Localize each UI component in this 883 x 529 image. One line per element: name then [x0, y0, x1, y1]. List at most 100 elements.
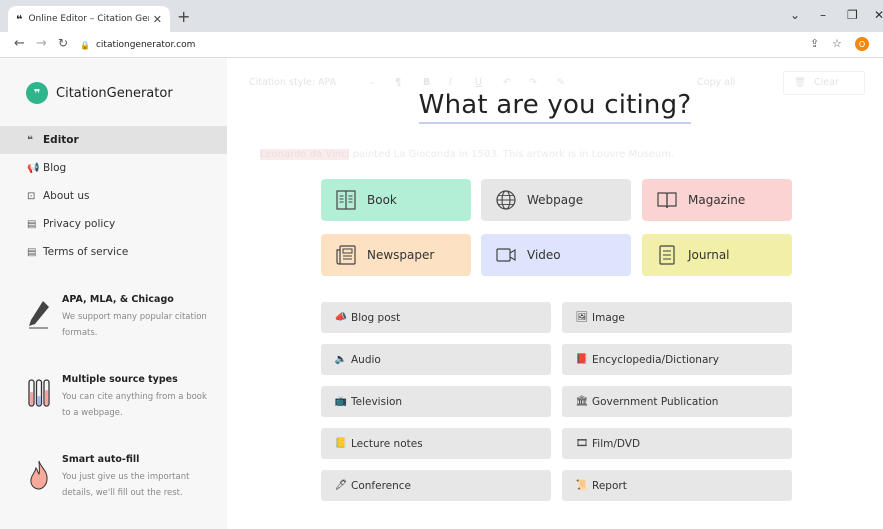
format-bold-icon: B — [423, 77, 431, 88]
sidebar-item-label: Terms of service — [43, 246, 129, 258]
category-label: Book — [367, 193, 397, 207]
conference-button[interactable]: 🖋 Conference — [321, 470, 551, 501]
source-label: Report — [592, 479, 627, 492]
television-icon: 📺 — [334, 396, 348, 407]
notebook-icon: 📒 — [334, 438, 348, 449]
restore-icon[interactable]: ❐ — [847, 8, 858, 22]
megaphone-icon: 📢 — [27, 162, 40, 174]
red-book-icon: 📕 — [575, 354, 589, 365]
brand[interactable]: ❞ CitationGenerator — [26, 82, 173, 104]
source-label: Film/DVD — [592, 437, 641, 450]
webpage-card[interactable]: Webpage — [481, 179, 631, 221]
page-title: What are you citing? — [227, 90, 883, 124]
quote-icon: ❝ — [27, 134, 33, 146]
film-icon: 🎞 — [575, 438, 589, 449]
copy-all-button: Copy all — [697, 77, 736, 88]
brand-logo-icon: ❞ — [26, 82, 48, 104]
source-label: Lecture notes — [351, 437, 423, 450]
url-field[interactable]: 🔒 citationgenerator.com — [80, 35, 800, 55]
sample-text-rest: painted La Gioconda in 1503. This artwor… — [349, 149, 675, 160]
close-tab-icon[interactable]: ✕ — [153, 13, 162, 26]
sidebar-item-blog[interactable]: 📢 Blog — [0, 154, 227, 182]
journal-card[interactable]: Journal — [642, 234, 792, 276]
video-camera-icon — [496, 248, 516, 262]
feature-description: You can cite anything from a book to a w… — [62, 392, 207, 418]
category-label: Webpage — [527, 193, 584, 207]
magazine-card[interactable]: Magazine — [642, 179, 792, 221]
site-favicon-icon: ❝ — [16, 12, 23, 26]
editor-sample-text: Leonardo da Vinci painted La Gioconda in… — [260, 149, 674, 160]
url-text: citationgenerator.com — [95, 40, 196, 50]
category-label: Video — [527, 248, 561, 262]
undo-icon: ↶ — [503, 77, 511, 88]
newspaper-icon — [336, 245, 356, 265]
image-button[interactable]: 🖼 Image — [562, 302, 792, 333]
sidebar-item-label: Privacy policy — [43, 218, 116, 230]
bookmark-star-icon[interactable]: ☆ — [832, 37, 842, 50]
source-label: Encyclopedia/Dictionary — [592, 353, 719, 366]
flame-icon — [30, 460, 48, 490]
government-publication-button[interactable]: 🏛 Government Publication — [562, 386, 792, 417]
brand-name: CitationGenerator — [56, 85, 173, 101]
reload-icon[interactable]: ↻ — [58, 36, 68, 50]
encyclopedia-button[interactable]: 📕 Encyclopedia/Dictionary — [562, 344, 792, 375]
main-panel: Citation style: APA ⌄ ¶ B I U ↶ ↷ ✎ Copy… — [227, 58, 883, 529]
source-label: Television — [351, 395, 403, 408]
profile-avatar[interactable]: O — [855, 37, 869, 51]
megaphone-icon: 📣 — [334, 312, 348, 323]
scroll-icon: 📜 — [575, 480, 589, 491]
info-icon: ⊡ — [27, 190, 36, 202]
redo-icon: ↷ — [529, 77, 537, 88]
report-button[interactable]: 📜 Report — [562, 470, 792, 501]
television-button[interactable]: 📺 Television — [321, 386, 551, 417]
sidebar-item-about[interactable]: ⊡ About us — [0, 182, 227, 210]
sidebar: ❞ CitationGenerator ❝ Editor 📢 Blog ⊡ Ab… — [0, 58, 227, 529]
source-label: Audio — [351, 353, 381, 366]
feature-title: Multiple source types — [62, 374, 178, 385]
sidebar-item-label: Blog — [43, 162, 67, 174]
lecture-notes-button[interactable]: 📒 Lecture notes — [321, 428, 551, 459]
clear-label: Clear — [814, 77, 839, 88]
sidebar-item-label: Editor — [43, 134, 79, 146]
film-dvd-button[interactable]: 🎞 Film/DVD — [562, 428, 792, 459]
source-label: Conference — [351, 479, 412, 492]
sidebar-item-editor[interactable]: ❝ Editor — [0, 126, 227, 154]
source-label: Government Publication — [592, 395, 719, 408]
browser-tab-bar: ❝ Online Editor – Citation Generat ✕ + ⌄… — [0, 0, 883, 32]
trash-icon: 🗑 — [794, 77, 807, 88]
tab-title: Online Editor – Citation Generat — [28, 14, 148, 24]
category-label: Newspaper — [367, 248, 435, 262]
sidebar-item-label: About us — [43, 190, 90, 202]
feature-description: We support many popular citation formats… — [62, 312, 207, 338]
lock-icon: 🔒 — [80, 40, 90, 50]
new-tab-button[interactable]: + — [177, 7, 190, 26]
feature-title: Smart auto-fill — [62, 454, 140, 465]
video-card[interactable]: Video — [481, 234, 631, 276]
tab-search-chevron-icon[interactable]: ⌄ — [790, 8, 800, 22]
toolbar-chevron-icon: ⌄ — [369, 77, 376, 86]
eraser-icon: ✎ — [557, 77, 565, 88]
underline-icon: U — [475, 77, 482, 88]
sidebar-nav: ❝ Editor 📢 Blog ⊡ About us ▤ Privacy pol… — [0, 126, 227, 266]
share-icon[interactable]: ⇪ — [810, 37, 819, 50]
document-icon: ▤ — [27, 218, 37, 230]
newspaper-card[interactable]: Newspaper — [321, 234, 471, 276]
feature-description: You just give us the important details, … — [62, 472, 190, 498]
audio-button[interactable]: 🔈 Audio — [321, 344, 551, 375]
source-label: Image — [592, 311, 625, 324]
sidebar-item-terms[interactable]: ▤ Terms of service — [0, 238, 227, 266]
book-card[interactable]: Book — [321, 179, 471, 221]
picture-icon: 🖼 — [575, 312, 589, 323]
close-window-icon[interactable]: ✕ — [874, 8, 883, 22]
minimize-icon[interactable]: – — [820, 8, 826, 22]
forward-icon[interactable]: → — [36, 36, 47, 51]
blog-post-button[interactable]: 📣 Blog post — [321, 302, 551, 333]
back-icon[interactable]: ← — [14, 36, 25, 51]
sidebar-item-privacy[interactable]: ▤ Privacy policy — [0, 210, 227, 238]
source-label: Blog post — [351, 311, 401, 324]
feature-title: APA, MLA, & Chicago — [62, 294, 174, 305]
highlighted-author: Leonardo da Vinci — [260, 149, 350, 160]
speaker-icon: 🔈 — [334, 354, 348, 365]
browser-tab[interactable]: ❝ Online Editor – Citation Generat ✕ — [8, 6, 170, 32]
fountain-pen-icon: 🖋 — [334, 480, 348, 491]
